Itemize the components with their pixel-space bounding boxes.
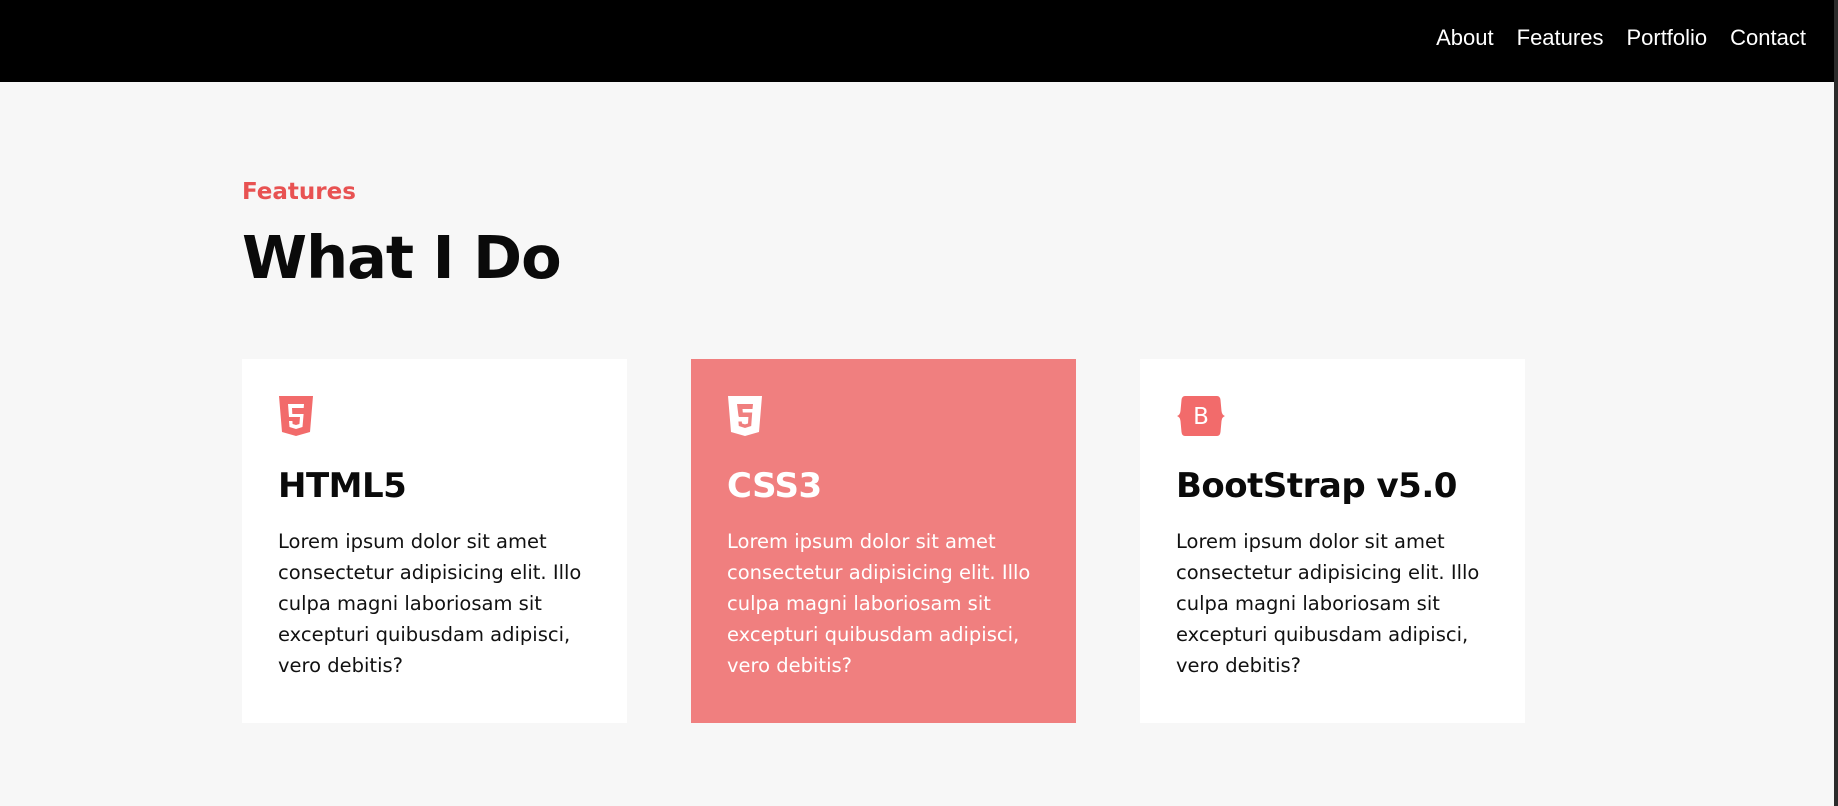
top-navbar: About Features Portfolio Contact: [0, 0, 1834, 82]
feature-card-css3: CSS3 Lorem ipsum dolor sit amet consecte…: [691, 359, 1076, 723]
nav-link-portfolio[interactable]: Portfolio: [1626, 24, 1707, 52]
bootstrap-icon: B: [1176, 395, 1226, 437]
card-title: CSS3: [727, 466, 822, 506]
svg-text:B: B: [1193, 404, 1209, 430]
card-text: Lorem ipsum dolor sit amet consectetur a…: [727, 530, 1031, 677]
card-title: HTML5: [278, 466, 407, 506]
feature-card-html5: HTML5 Lorem ipsum dolor sit amet consect…: [242, 359, 627, 723]
section-eyebrow: Features: [242, 179, 356, 205]
css3-icon: [727, 395, 763, 437]
nav-links: About Features Portfolio Contact: [1436, 24, 1806, 52]
page-scrollbar[interactable]: [1834, 0, 1838, 806]
section-title: What I Do: [242, 223, 562, 292]
card-text: Lorem ipsum dolor sit amet consectetur a…: [1176, 530, 1480, 677]
feature-card-bootstrap: B BootStrap v5.0 Lorem ipsum dolor sit a…: [1140, 359, 1525, 723]
card-title: BootStrap v5.0: [1176, 466, 1457, 506]
nav-link-about[interactable]: About: [1436, 24, 1494, 52]
nav-link-contact[interactable]: Contact: [1730, 24, 1806, 52]
nav-link-features[interactable]: Features: [1517, 24, 1604, 52]
html5-icon: [278, 395, 314, 437]
card-text: Lorem ipsum dolor sit amet consectetur a…: [278, 530, 582, 677]
